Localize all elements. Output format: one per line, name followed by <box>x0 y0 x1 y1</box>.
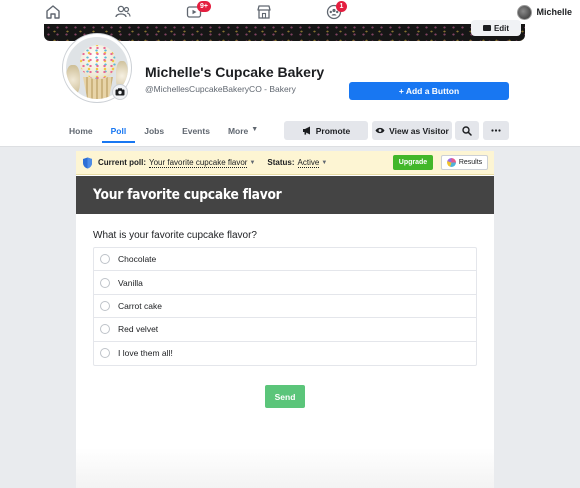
top-navigation-bar: 9+ 1 Michelle <box>0 0 580 24</box>
status-label: Status: <box>267 158 295 167</box>
update-profile-picture-button[interactable] <box>112 84 128 100</box>
radio-button[interactable] <box>100 254 110 265</box>
poll-option-label: Vanilla <box>118 277 143 288</box>
page-tabs: Home Poll Jobs Events More ▼ <box>60 119 267 143</box>
search-button[interactable] <box>455 121 479 140</box>
friends-icon[interactable] <box>114 3 132 21</box>
promote-label: Promote <box>315 125 351 136</box>
radio-button[interactable] <box>100 277 110 288</box>
tab-events[interactable]: Events <box>173 119 219 143</box>
shield-icon <box>83 157 92 168</box>
poll-option[interactable]: I love them all! <box>94 342 476 365</box>
poll-option-label: Chocolate <box>118 254 157 265</box>
poll-options-list: Chocolate Vanilla Carrot cake Red velvet… <box>93 247 477 366</box>
current-poll-selector[interactable]: Your favorite cupcake flavor <box>149 158 248 168</box>
results-pie-icon <box>446 158 456 167</box>
groups-icon[interactable]: 1 <box>325 1 347 21</box>
poll-option-label: I love them all! <box>118 348 173 359</box>
cupcake-sprinkles-image <box>80 45 116 79</box>
upgrade-button[interactable]: Upgrade <box>393 155 433 170</box>
avatar <box>517 4 533 20</box>
cupcake-liner-image <box>83 77 113 99</box>
results-button[interactable]: Results <box>441 155 488 170</box>
poll-status-bar: Current poll: Your favorite cupcake flav… <box>76 151 494 175</box>
poll-option[interactable]: Carrot cake <box>94 295 476 319</box>
more-options-button[interactable] <box>483 121 509 140</box>
eye-icon <box>375 127 385 134</box>
cover-photo <box>44 24 525 41</box>
watch-badge: 9+ <box>197 1 211 12</box>
poll-option[interactable]: Vanilla <box>94 271 476 295</box>
poll-option-label: Red velvet <box>118 324 159 335</box>
cover-photo-pattern <box>44 24 525 41</box>
marketplace-icon[interactable] <box>255 3 273 21</box>
poll-question: What is your favorite cupcake flavor? <box>93 230 257 241</box>
current-poll-label: Current poll: <box>98 158 146 167</box>
view-as-visitor-label: View as Visitor <box>389 125 449 136</box>
caret-down-icon: ▼ <box>249 159 256 166</box>
promote-button[interactable]: Promote <box>284 121 368 140</box>
poll-option[interactable]: Red velvet <box>94 318 476 342</box>
add-a-button[interactable]: + Add a Button <box>349 82 509 100</box>
user-name: Michelle <box>536 7 572 17</box>
caret-down-icon: ▼ <box>251 126 259 133</box>
page-handle: @MichellesCupcakeBakeryCO - Bakery <box>145 84 296 94</box>
radio-button[interactable] <box>100 300 110 311</box>
megaphone-icon <box>302 126 310 135</box>
poll-option-label: Carrot cake <box>118 300 162 311</box>
poll-title: Your favorite cupcake flavor <box>93 187 282 203</box>
page-header: Edit Michelle's Cupcake Bakery @Michelle… <box>0 20 580 147</box>
view-as-visitor-button[interactable]: View as Visitor <box>372 121 452 140</box>
status-selector[interactable]: Active <box>297 158 320 168</box>
page-title: Michelle's Cupcake Bakery <box>145 64 325 80</box>
poll-option[interactable]: Chocolate <box>94 248 476 272</box>
radio-button[interactable] <box>100 348 110 359</box>
watch-icon[interactable]: 9+ <box>185 1 211 21</box>
cupcake-image-left <box>66 65 80 95</box>
user-profile-link[interactable]: Michelle <box>517 3 572 21</box>
radio-button[interactable] <box>100 324 110 335</box>
ellipsis-icon <box>491 129 501 132</box>
caret-down-icon: ▼ <box>321 159 328 166</box>
groups-badge: 1 <box>336 1 347 12</box>
camera-icon <box>115 88 125 96</box>
tab-jobs[interactable]: Jobs <box>135 119 173 143</box>
poll-title-banner: Your favorite cupcake flavor <box>76 176 494 214</box>
tab-home[interactable]: Home <box>60 119 102 143</box>
poll-panel: Current poll: Your favorite cupcake flav… <box>76 151 494 488</box>
results-label: Results <box>458 159 483 166</box>
search-icon <box>462 125 472 136</box>
send-button[interactable]: Send <box>265 385 305 408</box>
tab-more-label: More <box>227 126 249 136</box>
home-icon[interactable] <box>44 3 62 21</box>
tab-more[interactable]: More ▼ <box>219 119 267 143</box>
tab-poll[interactable]: Poll <box>101 119 136 143</box>
